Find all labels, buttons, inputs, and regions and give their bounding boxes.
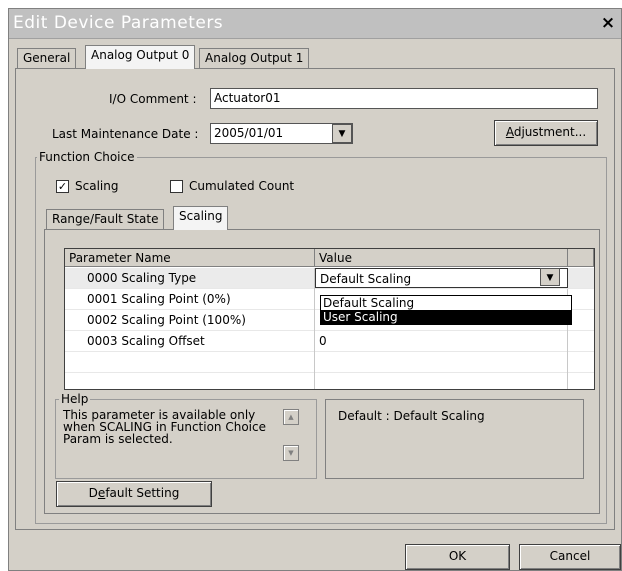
close-icon[interactable]: × (599, 14, 617, 32)
scaling-checkbox-label: Scaling (75, 179, 119, 193)
tab-analog-output-1[interactable]: Analog Output 1 (199, 48, 310, 68)
io-comment-input[interactable]: Actuator01 (210, 88, 598, 109)
scaling-type-chevron-down-icon[interactable]: ▼ (540, 268, 560, 286)
empty-cell (315, 373, 568, 389)
help-scroll-up-icon[interactable]: ▲ (283, 409, 299, 425)
help-scroll-down-icon[interactable]: ▼ (283, 445, 299, 461)
cumulated-count-checkbox[interactable] (170, 180, 183, 193)
tab-analog-output-0[interactable]: Analog Output 0 (85, 45, 196, 69)
ok-button[interactable]: OK (405, 544, 510, 570)
tab-general[interactable]: General (17, 48, 77, 68)
default-setting-label-pre: D (88, 486, 98, 500)
table-row[interactable]: 0000 Scaling Type Default Scaling (65, 268, 594, 289)
param-name-cell: 0002 Scaling Point (100%) (65, 310, 315, 331)
adjustment-label-post: djustment... (513, 125, 587, 139)
tab-label: Scaling (179, 209, 223, 223)
value-cell[interactable]: 0 (315, 331, 568, 352)
function-choice-title: Function Choice (37, 150, 137, 164)
adjustment-button[interactable]: Adjustment... (494, 120, 598, 146)
value-combo-cell[interactable]: Default Scaling (315, 268, 568, 288)
tab-scaling[interactable]: Scaling (173, 206, 229, 230)
scaling-checkbox[interactable]: ✓ (56, 180, 69, 193)
default-setting-button[interactable]: Default Setting (56, 481, 212, 507)
date-dropdown-chevron-down-icon[interactable]: ▼ (332, 124, 352, 143)
scaling-type-dropdown-list: Default Scaling User Scaling (320, 295, 572, 325)
param-name-cell: 0001 Scaling Point (0%) (65, 289, 315, 310)
tab-label: Analog Output 1 (205, 51, 304, 65)
param-name-cell: 0003 Scaling Offset (65, 331, 315, 352)
empty-cell (65, 352, 315, 373)
table-row[interactable]: 0003 Scaling Offset 0 (65, 331, 594, 352)
adjustment-label-accel: A (505, 125, 514, 139)
tab-range-fault-state[interactable]: Range/Fault State (46, 209, 165, 229)
edit-device-parameters-dialog: Edit Device Parameters × General Analog … (8, 8, 622, 571)
cumulated-count-label: Cumulated Count (189, 179, 295, 193)
tab-label: Analog Output 0 (91, 48, 190, 62)
param-name-cell: 0000 Scaling Type (65, 268, 315, 289)
default-value-text: Default : Default Scaling (338, 409, 485, 423)
help-text: This parameter is available only when SC… (63, 409, 266, 445)
tab-label: Range/Fault State (52, 212, 159, 226)
tab-label: General (23, 51, 71, 65)
empty-cell (65, 373, 315, 389)
table-row (65, 352, 594, 373)
dropdown-option-default-scaling[interactable]: Default Scaling (321, 296, 571, 310)
io-comment-label: I/O Comment : (109, 92, 197, 106)
help-text-line: Param is selected. (63, 432, 173, 446)
cancel-button[interactable]: Cancel (519, 544, 621, 570)
title-bar: Edit Device Parameters × (9, 9, 621, 39)
default-setting-label-post: fault Setting (105, 486, 180, 500)
empty-cell (315, 352, 568, 373)
window-title: Edit Device Parameters (13, 13, 224, 33)
help-title: Help (59, 392, 91, 406)
column-header-value[interactable]: Value (315, 249, 568, 267)
column-header-parameter-name[interactable]: Parameter Name (65, 249, 315, 267)
table-row (65, 373, 594, 389)
maintenance-date-label: Last Maintenance Date : (52, 127, 199, 141)
dropdown-option-user-scaling[interactable]: User Scaling (321, 310, 571, 324)
column-header-extra (568, 249, 594, 267)
